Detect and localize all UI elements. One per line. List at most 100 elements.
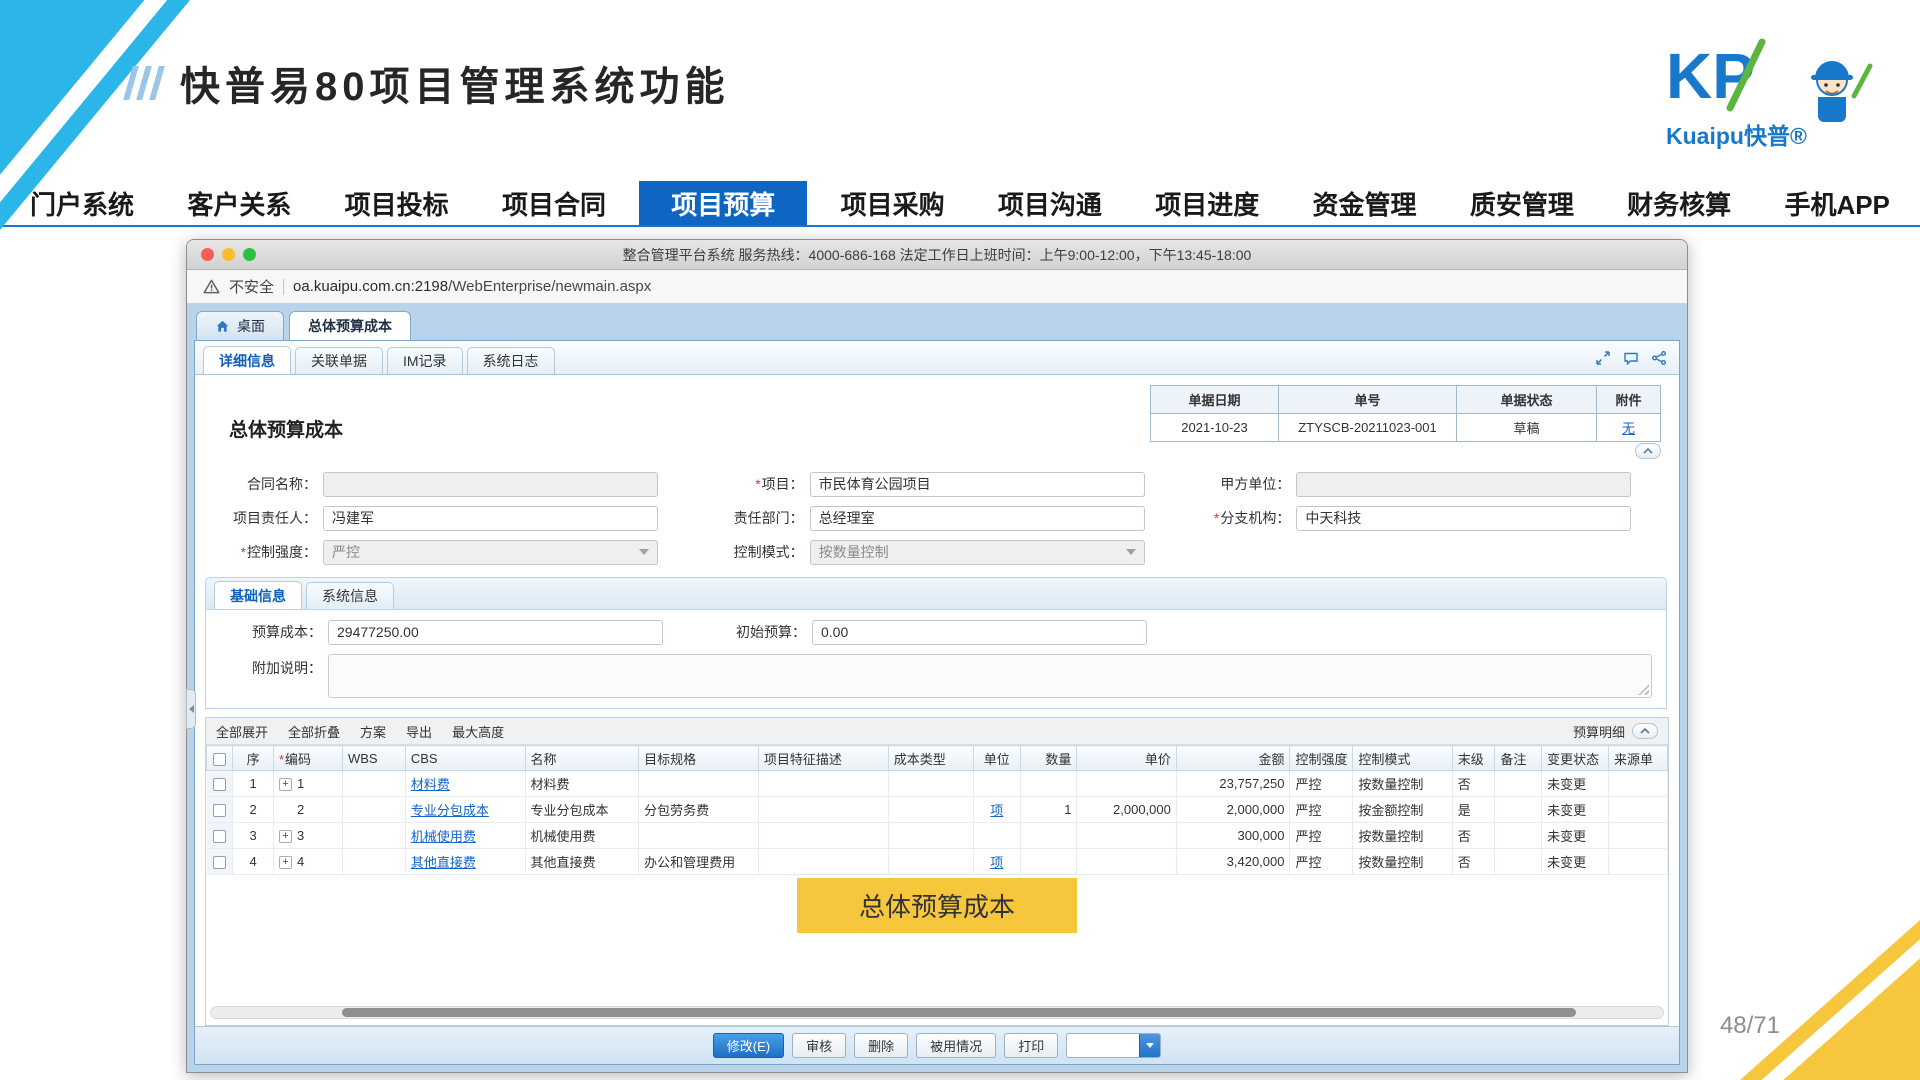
branch-input[interactable]: 中天科技	[1296, 506, 1631, 531]
footer-button[interactable]: 被用情况	[916, 1033, 996, 1058]
cell-link[interactable]: 项	[990, 855, 1003, 870]
cell-feature	[758, 797, 888, 823]
cell-code: +4	[273, 849, 342, 875]
table-row[interactable]: 22专业分包成本专业分包成本分包劳务费项12,000,0002,000,000严…	[207, 797, 1668, 823]
expand-icon[interactable]: +	[279, 830, 292, 843]
mascot-icon	[1811, 61, 1870, 122]
base-tab[interactable]: 系统信息	[306, 582, 394, 609]
nav-item[interactable]: 客户关系	[167, 181, 311, 225]
required-star: *	[279, 752, 284, 767]
scrollbar-thumb[interactable]	[342, 1008, 1576, 1017]
detail-tab[interactable]: 详细信息	[203, 346, 291, 374]
project-manager-input[interactable]: 冯建军	[323, 506, 658, 531]
row-checkbox[interactable]	[213, 830, 226, 843]
cell-link[interactable]: 专业分包成本	[411, 803, 489, 818]
resize-grip-icon[interactable]	[1638, 684, 1649, 695]
cell-mode: 按数量控制	[1353, 823, 1452, 849]
select-dropdown-button[interactable]	[1139, 1034, 1160, 1057]
sidebar-collapse-handle[interactable]	[186, 689, 196, 729]
expand-icon[interactable]	[1595, 350, 1611, 366]
tab-label: 桌面	[237, 316, 265, 336]
nav-item[interactable]: 项目投标	[325, 181, 469, 225]
cell-leaf: 否	[1452, 849, 1495, 875]
tab-desktop[interactable]: 桌面	[196, 311, 284, 340]
control-mode-select[interactable]: 按数量控制	[810, 540, 1145, 565]
note-textarea[interactable]	[328, 654, 1652, 698]
base-fields: 预算成本： 29477250.00 初始预算： 0.00	[210, 619, 1662, 645]
logo-mark: KP	[1666, 40, 1755, 112]
row-checkbox[interactable]	[213, 778, 226, 791]
page-title: 快普易80项目管理系统功能	[180, 54, 730, 112]
nav-item[interactable]: 门户系统	[10, 181, 154, 225]
share-icon[interactable]	[1651, 350, 1667, 366]
cell-link[interactable]: 机械使用费	[411, 829, 476, 844]
table-row[interactable]: 3+3机械使用费机械使用费300,000严控按数量控制否未变更	[207, 823, 1668, 849]
row-checkbox[interactable]	[213, 804, 226, 817]
nav-item[interactable]: 项目采购	[821, 181, 965, 225]
browser-urlbar[interactable]: 不安全 oa.kuaipu.com.cn:2198/WebEnterprise/…	[187, 270, 1687, 304]
toolbar-link[interactable]: 最大高度	[452, 722, 504, 741]
toolbar-link[interactable]: 方案	[360, 722, 386, 741]
initial-budget-input[interactable]: 0.00	[812, 620, 1147, 645]
footer-select[interactable]	[1066, 1033, 1161, 1058]
cell-seq: 1	[233, 771, 274, 797]
nav-item[interactable]: 手机APP	[1764, 181, 1909, 225]
toolbar-link[interactable]: 导出	[406, 722, 432, 741]
cell-wbs	[342, 797, 405, 823]
detail-tab[interactable]: 系统日志	[467, 347, 555, 374]
cell-link[interactable]: 其他直接费	[411, 855, 476, 870]
nav-item[interactable]: 质安管理	[1450, 181, 1594, 225]
party-a-input[interactable]	[1296, 472, 1631, 497]
department-input[interactable]: 总经理室	[810, 506, 1145, 531]
cell-price: 2,000,000	[1077, 797, 1176, 823]
column-header-price: 单价	[1077, 746, 1176, 771]
column-header-strength: 控制强度	[1290, 746, 1353, 771]
footer-button[interactable]: 打印	[1004, 1033, 1058, 1058]
cell-source	[1609, 849, 1668, 875]
corner-decoration-bottom-right	[1740, 920, 1920, 1080]
window-title: 整合管理平台系统 服务热线：4000-686-168 法定工作日上班时间：上午9…	[623, 245, 1252, 265]
nav-item[interactable]: 项目预算	[639, 181, 807, 225]
column-header-qty: 数量	[1020, 746, 1077, 771]
detail-tab[interactable]: 关联单据	[295, 347, 383, 374]
cell-wbs	[342, 849, 405, 875]
expand-icon[interactable]: +	[279, 778, 292, 791]
toolbar-link[interactable]: 全部展开	[216, 722, 268, 741]
chat-icon[interactable]	[1623, 350, 1639, 366]
footer-button[interactable]: 审核	[792, 1033, 846, 1058]
cell-link[interactable]: 项	[990, 803, 1003, 818]
fullscreen-button[interactable]	[243, 248, 256, 261]
nav-item[interactable]: 项目合同	[482, 181, 626, 225]
cell-link[interactable]: 材料费	[411, 777, 450, 792]
budget-grid: 全部展开全部折叠方案导出最大高度 预算明细 序*编码WBSCB	[205, 717, 1669, 1026]
nav-item[interactable]: 项目进度	[1135, 181, 1279, 225]
nav-item[interactable]: 财务核算	[1607, 181, 1751, 225]
select-all-checkbox[interactable]	[213, 753, 226, 766]
row-checkbox[interactable]	[213, 856, 226, 869]
nav-item[interactable]: 项目沟通	[978, 181, 1122, 225]
collapse-grid-button[interactable]	[1632, 723, 1658, 739]
control-strength-select[interactable]: 严控	[323, 540, 658, 565]
tab-overall-budget-cost[interactable]: 总体预算成本	[289, 311, 411, 340]
minimize-button[interactable]	[222, 248, 235, 261]
cell-strength: 严控	[1290, 797, 1353, 823]
table-row[interactable]: 1+1材料费材料费23,757,250严控按数量控制否未变更	[207, 771, 1668, 797]
cell-strength: 严控	[1290, 823, 1353, 849]
expand-icon[interactable]: +	[279, 856, 292, 869]
close-button[interactable]	[201, 248, 214, 261]
project-input[interactable]: 市民体育公园项目	[810, 472, 1145, 497]
cell-amount: 2,000,000	[1176, 797, 1290, 823]
attachment-link[interactable]: 无	[1622, 421, 1635, 436]
modify-button[interactable]: 修改(E)	[713, 1033, 784, 1058]
budget-cost-input[interactable]: 29477250.00	[328, 620, 663, 645]
collapse-header-button[interactable]	[1635, 443, 1661, 459]
base-tab[interactable]: 基础信息	[214, 581, 302, 609]
footer-button[interactable]: 删除	[854, 1033, 908, 1058]
row-select-cell	[207, 797, 233, 823]
horizontal-scrollbar[interactable]	[210, 1006, 1664, 1019]
toolbar-link[interactable]: 全部折叠	[288, 722, 340, 741]
contract-name-input[interactable]	[323, 472, 658, 497]
detail-tab[interactable]: IM记录	[387, 347, 463, 374]
table-row[interactable]: 4+4其他直接费其他直接费办公和管理费用项3,420,000严控按数量控制否未变…	[207, 849, 1668, 875]
nav-item[interactable]: 资金管理	[1293, 181, 1437, 225]
